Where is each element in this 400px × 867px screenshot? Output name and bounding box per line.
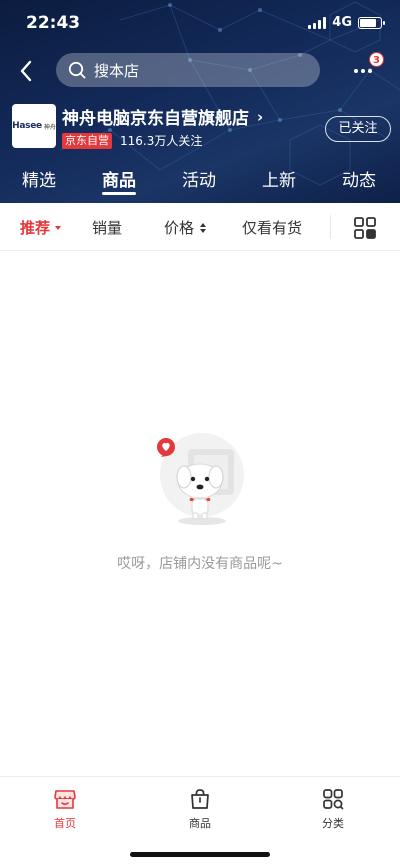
bottom-tab-home[interactable]: 首页	[30, 787, 100, 831]
shop-header: 22:43 4G 搜本店 3 Hasee 神舟 神舟电脑京东自营旗舰店 › 京东…	[0, 0, 400, 203]
logo-text: Hasee	[12, 121, 42, 131]
battery-icon	[358, 16, 385, 29]
active-tab-indicator	[102, 192, 136, 195]
back-button[interactable]	[12, 56, 40, 86]
caret-down-icon	[55, 225, 62, 230]
tab-new-arrivals[interactable]: 上新	[262, 166, 296, 191]
search-icon	[68, 61, 86, 79]
tab-updates[interactable]: 动态	[342, 166, 376, 191]
status-time: 22:43	[26, 13, 81, 33]
empty-message: 哎呀，店铺内没有商品呢~	[117, 556, 283, 572]
search-placeholder: 搜本店	[94, 61, 140, 80]
filter-sales[interactable]: 销量	[92, 217, 122, 238]
empty-state: 哎呀，店铺内没有商品呢~	[0, 251, 400, 771]
filter-recommend[interactable]: 推荐	[20, 217, 62, 238]
filter-bar: 推荐 销量 价格 仅看有货	[0, 203, 400, 251]
bottom-tab-products[interactable]: 商品	[165, 787, 235, 831]
sort-arrows-icon	[200, 222, 207, 233]
storefront-icon	[54, 790, 76, 809]
message-badge: 3	[369, 52, 384, 67]
filter-recommend-label: 推荐	[20, 219, 51, 237]
filter-price-label: 价格	[164, 219, 195, 237]
filter-price[interactable]: 价格	[164, 217, 207, 238]
shop-name-link[interactable]: 神舟电脑京东自营旗舰店 ›	[62, 104, 264, 130]
filter-in-stock[interactable]: 仅看有货	[242, 217, 302, 238]
grid-layout-icon	[354, 217, 376, 239]
bottom-tab-category-label: 分类	[322, 817, 344, 830]
more-button[interactable]: 3	[348, 52, 384, 86]
shop-info: Hasee 神舟 神舟电脑京东自营旗舰店 › 京东自营 116.3万人关注 已关…	[0, 104, 400, 150]
nav-row: 搜本店 3	[0, 52, 400, 90]
bottom-tab-category[interactable]: 分类	[298, 787, 368, 831]
shop-meta: 京东自营 116.3万人关注	[62, 132, 202, 149]
status-indicators: 4G	[308, 15, 385, 30]
more-dots-icon	[354, 69, 372, 73]
chevron-left-icon	[20, 60, 32, 82]
tab-events[interactable]: 活动	[182, 166, 216, 191]
network-type: 4G	[332, 15, 352, 30]
shop-name: 神舟电脑京东自营旗舰店	[62, 109, 249, 129]
logo-subtext: 神舟	[43, 123, 56, 131]
shop-logo[interactable]: Hasee 神舟	[12, 104, 56, 148]
status-bar: 22:43 4G	[0, 0, 400, 46]
chevron-right-icon: ›	[257, 107, 264, 126]
follow-button[interactable]: 已关注	[325, 116, 391, 142]
shopping-bag-icon	[191, 789, 209, 809]
bottom-tab-products-label: 商品	[189, 817, 211, 830]
follower-count: 116.3万人关注	[120, 134, 203, 148]
self-operated-tag: 京东自营	[62, 132, 112, 149]
bottom-tab-home-label: 首页	[54, 817, 76, 830]
tab-products[interactable]: 商品	[102, 166, 136, 191]
filter-sales-label: 销量	[92, 219, 123, 237]
search-input[interactable]: 搜本店	[56, 53, 320, 87]
category-grid-icon	[323, 789, 344, 810]
filter-in-stock-label: 仅看有货	[242, 219, 303, 237]
jd-dog-mascot-icon	[157, 433, 244, 525]
shop-tabs: 精选 商品 活动 上新 动态	[0, 160, 400, 203]
tab-featured[interactable]: 精选	[22, 166, 56, 191]
filter-divider	[330, 215, 331, 239]
layout-toggle-button[interactable]	[352, 215, 378, 241]
signal-icon	[308, 16, 327, 29]
home-indicator	[130, 852, 270, 857]
